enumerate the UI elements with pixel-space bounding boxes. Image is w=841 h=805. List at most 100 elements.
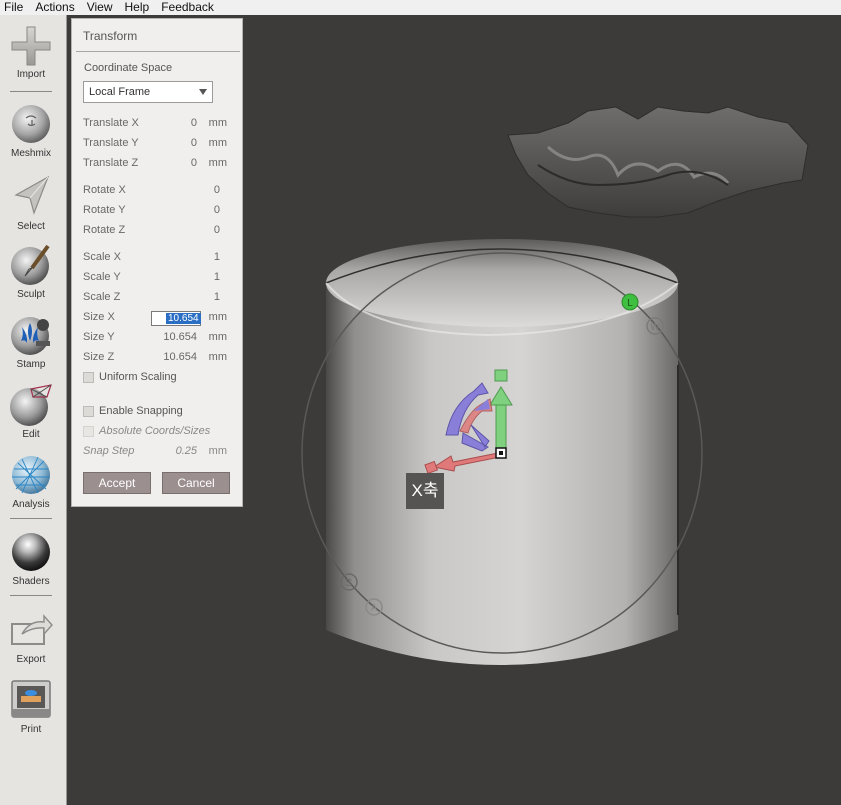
tool-label: Edit — [22, 429, 40, 440]
arrow-cursor-icon — [14, 175, 50, 215]
scale-x-label: Scale X — [83, 251, 121, 263]
translate-x-row: Translate X 0 mm — [83, 117, 233, 131]
tool-label: Select — [17, 221, 45, 232]
tool-print[interactable]: Print — [0, 678, 62, 735]
size-z-field[interactable]: 10.654 — [163, 351, 197, 363]
size-z-row: Size Z 10.654 mm — [83, 351, 233, 365]
translate-x-label: Translate X — [83, 117, 139, 129]
rotate-z-field[interactable]: 0 — [214, 224, 220, 236]
uniform-scaling-label: Uniform Scaling — [99, 371, 177, 383]
rotate-z-label: Rotate Z — [83, 224, 126, 236]
scale-z-row: Scale Z 1 — [83, 291, 233, 305]
scale-y-row: Scale Y 1 — [83, 271, 233, 285]
unit-label: mm — [208, 117, 227, 129]
gizmo-handle-l-label: L — [627, 298, 633, 309]
tool-edit[interactable]: Edit — [0, 383, 62, 440]
tool-analysis[interactable]: Analysis — [0, 453, 62, 510]
plus-icon — [11, 26, 51, 66]
translate-z-row: Translate Z 0 mm — [83, 157, 233, 171]
divider — [10, 518, 52, 519]
gizmo-handle-w-label: W — [650, 322, 660, 333]
translate-y-label: Translate Y — [83, 137, 139, 149]
size-y-field[interactable]: 10.654 — [163, 331, 197, 343]
axis-label: X축 — [406, 473, 444, 509]
scale-z-field[interactable]: 1 — [214, 291, 220, 303]
rotate-y-label: Rotate Y — [83, 204, 126, 216]
size-x-selected-text: 10.654 — [166, 313, 201, 324]
menu-actions[interactable]: Actions — [29, 0, 80, 15]
unit-label: mm — [208, 137, 227, 149]
tool-label: Stamp — [16, 359, 46, 370]
size-z-label: Size Z — [83, 351, 115, 363]
coordinate-space-label: Coordinate Space — [84, 62, 173, 74]
checkbox-box — [83, 426, 94, 437]
export-arrow-icon — [11, 614, 53, 645]
checkbox-box[interactable] — [83, 372, 94, 383]
gizmo-handle-a-label: A — [371, 603, 378, 614]
tool-label: Sculpt — [17, 289, 45, 300]
rotate-z-row: Rotate Z 0 — [83, 224, 233, 238]
tool-label: Import — [16, 69, 46, 80]
coordinate-space-select[interactable]: Local Frame — [83, 81, 213, 103]
scale-x-field[interactable]: 1 — [214, 251, 220, 263]
wireframe-sphere-icon — [12, 456, 50, 494]
size-x-label: Size X — [83, 311, 115, 323]
size-y-label: Size Y — [83, 331, 115, 343]
translate-z-field[interactable]: 0 — [191, 157, 197, 169]
unit-label: mm — [208, 157, 227, 169]
fleur-de-lis-icon — [11, 317, 50, 355]
scale-x-row: Scale X 1 — [83, 251, 233, 265]
size-x-input[interactable]: 10.654 — [151, 311, 201, 326]
menu-file[interactable]: File — [0, 0, 29, 15]
translate-y-row: Translate Y 0 mm — [83, 137, 233, 151]
unit-label: mm — [208, 331, 227, 343]
unit-label: mm — [208, 445, 227, 457]
unit-label: mm — [208, 311, 227, 323]
tool-label: Meshmix — [10, 148, 51, 159]
tool-shaders[interactable]: Shaders — [0, 530, 62, 587]
tool-label: Print — [20, 724, 42, 735]
menu-help[interactable]: Help — [119, 0, 156, 15]
tool-select[interactable]: Select — [0, 175, 62, 232]
translate-z-label: Translate Z — [83, 157, 139, 169]
tool-export[interactable]: Export — [0, 608, 62, 665]
tool-meshmix[interactable]: Meshmix — [0, 102, 62, 159]
menu-feedback[interactable]: Feedback — [155, 0, 220, 15]
origin-cube[interactable] — [495, 447, 507, 459]
divider — [76, 51, 240, 52]
gizmo-handle-s-label: S — [346, 578, 353, 589]
meshmix-sphere-icon — [12, 105, 50, 143]
tool-stamp[interactable]: Stamp — [0, 313, 62, 370]
rotate-x-field[interactable]: 0 — [214, 184, 220, 196]
checkbox-box[interactable] — [83, 406, 94, 417]
tool-sculpt[interactable]: Sculpt — [0, 243, 62, 300]
tool-import[interactable]: Import — [0, 25, 62, 80]
coordinate-space-value: Local Frame — [89, 86, 151, 98]
translate-x-field[interactable]: 0 — [191, 117, 197, 129]
dental-mesh-object[interactable] — [507, 106, 809, 218]
edit-sphere-icon — [10, 384, 52, 426]
tool-sidebar: Import Meshmix Select Sculpt Stamp Edit … — [0, 15, 67, 805]
cancel-button[interactable]: Cancel — [162, 472, 230, 494]
rotate-x-row: Rotate X 0 — [83, 184, 233, 198]
rotate-y-row: Rotate Y 0 — [83, 204, 233, 218]
divider — [10, 595, 52, 596]
size-y-row: Size Y 10.654 mm — [83, 331, 233, 345]
scale-y-label: Scale Y — [83, 271, 121, 283]
scale-z-label: Scale Z — [83, 291, 121, 303]
panel-title: Transform — [83, 29, 138, 43]
brush-sphere-icon — [11, 244, 50, 285]
scale-y-field[interactable]: 1 — [214, 271, 220, 283]
accept-button[interactable]: Accept — [83, 472, 151, 494]
snap-step-row: Snap Step 0.25 mm — [83, 445, 233, 459]
tool-label: Analysis — [12, 499, 50, 510]
transform-panel: Transform Coordinate Space Local Frame T… — [71, 18, 243, 507]
menu-view[interactable]: View — [81, 0, 119, 15]
absolute-coords-label: Absolute Coords/Sizes — [99, 425, 211, 437]
menu-bar: File Actions View Help Feedback — [0, 0, 841, 15]
rotate-y-field[interactable]: 0 — [214, 204, 220, 216]
tool-label: Export — [16, 654, 46, 665]
divider — [10, 91, 52, 92]
snap-step-label: Snap Step — [83, 445, 135, 457]
translate-y-field[interactable]: 0 — [191, 137, 197, 149]
